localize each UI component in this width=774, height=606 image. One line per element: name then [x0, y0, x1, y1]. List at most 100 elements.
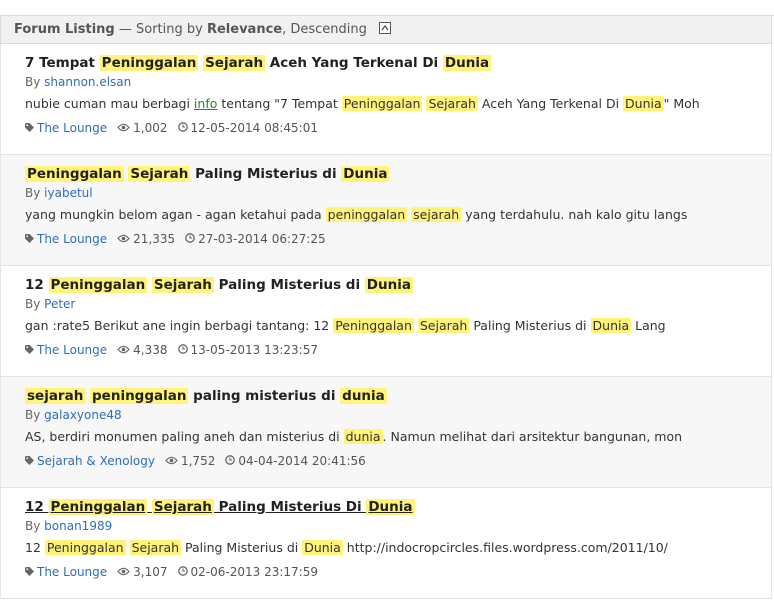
- text-segment: Paling Misterius di: [181, 540, 303, 555]
- post-date: 12-05-2014 08:45:01: [190, 121, 318, 135]
- highlighted-term: sejarah: [411, 207, 462, 222]
- highlighted-term: Peninggalan: [341, 96, 423, 111]
- view-count: 1,752: [180, 454, 216, 468]
- text-segment: AS, berdiri monumen paling aneh dan mist…: [25, 429, 344, 444]
- view-count: 3,107: [133, 565, 168, 579]
- forum-link[interactable]: Sejarah & Xenology: [37, 454, 155, 468]
- clock-icon: [177, 121, 188, 135]
- text-segment: Paling Misterius di: [469, 318, 591, 333]
- highlighted-term: Peninggalan: [99, 55, 199, 71]
- result-snippet: yang mungkin belom agan - agan ketahui p…: [25, 207, 687, 222]
- highlighted-term: Dunia: [442, 55, 492, 71]
- text-segment: Aceh Yang Terkenal Di: [477, 96, 624, 111]
- result-title-link[interactable]: sejarah peninggalan paling misterius di …: [25, 388, 387, 404]
- clock-icon: [185, 232, 196, 246]
- forum-link[interactable]: The Lounge: [37, 121, 107, 135]
- author-link[interactable]: Peter: [44, 297, 75, 311]
- snippet-link[interactable]: info: [194, 96, 217, 111]
- result-snippet: nubie cuman mau berbagi info tentang "7 …: [25, 96, 700, 111]
- text-segment: Lang: [631, 318, 666, 333]
- result-item: 7 Tempat Peninggalan Sejarah Aceh Yang T…: [0, 44, 772, 155]
- tag-icon: [25, 121, 34, 135]
- highlighted-term: Peninggalan: [48, 277, 148, 293]
- text-segment: Paling Misterius di: [213, 277, 365, 293]
- author-link[interactable]: bonan1989: [44, 519, 112, 533]
- by-prefix: By: [25, 408, 45, 422]
- listing-label: Forum Listing: [14, 22, 115, 37]
- author-link[interactable]: iyabetul: [44, 186, 92, 200]
- forum-link[interactable]: The Lounge: [37, 232, 107, 246]
- view-count: 21,335: [133, 232, 176, 246]
- text-segment: 12: [25, 540, 45, 555]
- sort-field: Relevance: [206, 22, 283, 37]
- tag-icon: [25, 565, 34, 579]
- eye-icon: [117, 343, 130, 357]
- post-date: 04-04-2014 20:41:56: [238, 454, 366, 468]
- highlighted-term: dunia: [343, 429, 383, 444]
- text-segment: Paling Misterius Di: [213, 499, 367, 515]
- eye-icon: [117, 232, 130, 246]
- by-prefix: By: [25, 75, 45, 89]
- forum-link[interactable]: The Lounge: [37, 343, 107, 357]
- result-author-line: By bonan1989: [25, 519, 112, 533]
- highlighted-term: Peninggalan: [333, 318, 414, 333]
- highlighted-term: Dunia: [366, 499, 415, 515]
- text-segment: yang mungkin belom agan - agan ketahui p…: [25, 207, 326, 222]
- result-author-line: By galaxyone48: [25, 408, 122, 422]
- highlighted-term: Sejarah: [128, 166, 191, 182]
- result-meta: The Lounge 1,002 12-05-2014 08:45:01: [25, 121, 318, 136]
- text-segment: yang terdahulu. nah kalo gitu langs: [461, 207, 688, 222]
- highlighted-term: Sejarah: [417, 318, 470, 333]
- highlighted-term: Peninggalan: [44, 540, 126, 555]
- collapse-up-icon[interactable]: [379, 21, 392, 34]
- result-item: 12 Peninggalan Sejarah Paling Misterius …: [0, 266, 772, 377]
- result-snippet: AS, berdiri monumen paling aneh dan mist…: [25, 429, 682, 444]
- result-author-line: By iyabetul: [25, 186, 93, 200]
- sorting-prefix: — Sorting by: [114, 22, 207, 37]
- post-date: 13-05-2013 13:23:57: [190, 343, 318, 357]
- result-title-link[interactable]: Peninggalan Sejarah Paling Misterius di …: [25, 166, 390, 182]
- result-author-line: By shannon.elsan: [25, 75, 131, 89]
- highlighted-term: Dunia: [623, 96, 664, 111]
- result-item: Peninggalan Sejarah Paling Misterius di …: [0, 155, 772, 266]
- text-segment: . Namun melihat dari arsitektur bangunan…: [382, 429, 683, 444]
- highlighted-term: Sejarah: [151, 277, 214, 293]
- text-segment: Aceh Yang Terkenal Di: [265, 55, 443, 71]
- top-strip: [0, 0, 774, 16]
- highlighted-term: peninggalan: [325, 207, 408, 222]
- view-count: 4,338: [133, 343, 168, 357]
- post-date: 02-06-2013 23:17:59: [190, 565, 318, 579]
- highlighted-term: peninggalan: [90, 388, 189, 404]
- highlighted-term: Sejarah: [203, 55, 266, 71]
- eye-icon: [165, 454, 178, 468]
- view-count: 1,002: [133, 121, 168, 135]
- text-segment: Paling Misterius di: [190, 166, 342, 182]
- highlighted-term: Dunia: [341, 166, 390, 182]
- author-link[interactable]: galaxyone48: [44, 408, 121, 422]
- highlighted-term: Dunia: [302, 540, 343, 555]
- clock-icon: [225, 454, 236, 468]
- forum-link[interactable]: The Lounge: [37, 565, 107, 579]
- result-title-link[interactable]: 7 Tempat Peninggalan Sejarah Aceh Yang T…: [25, 55, 492, 71]
- post-date: 27-03-2014 06:27:25: [198, 232, 326, 246]
- highlighted-term: Sejarah: [151, 499, 214, 515]
- text-segment: 12: [25, 499, 49, 515]
- sort-order: , Descending: [282, 22, 367, 37]
- text-segment: http://indocropcircles.files.wordpress.c…: [342, 540, 668, 555]
- result-snippet: 12 Peninggalan Sejarah Paling Misterius …: [25, 540, 668, 555]
- author-link[interactable]: shannon.elsan: [44, 75, 131, 89]
- highlighted-term: Dunia: [590, 318, 632, 333]
- tag-icon: [25, 454, 34, 468]
- result-title-link[interactable]: 12 Peninggalan Sejarah Paling Misterius …: [25, 499, 415, 515]
- highlighted-term: Peninggalan: [25, 166, 124, 182]
- text-segment: tentang "7 Tempat: [217, 96, 342, 111]
- text-segment: nubie cuman mau berbagi: [25, 96, 194, 111]
- result-author-line: By Peter: [25, 297, 75, 311]
- highlighted-term: Sejarah: [129, 540, 182, 555]
- forum-listing-header: Forum Listing — Sorting by Relevance, De…: [0, 16, 772, 44]
- text-segment: paling misterius di: [188, 388, 341, 404]
- tag-icon: [25, 232, 34, 246]
- result-title-link[interactable]: 12 Peninggalan Sejarah Paling Misterius …: [25, 277, 413, 293]
- result-item: 12 Peninggalan Sejarah Paling Misterius …: [0, 488, 772, 599]
- highlighted-term: Sejarah: [426, 96, 478, 111]
